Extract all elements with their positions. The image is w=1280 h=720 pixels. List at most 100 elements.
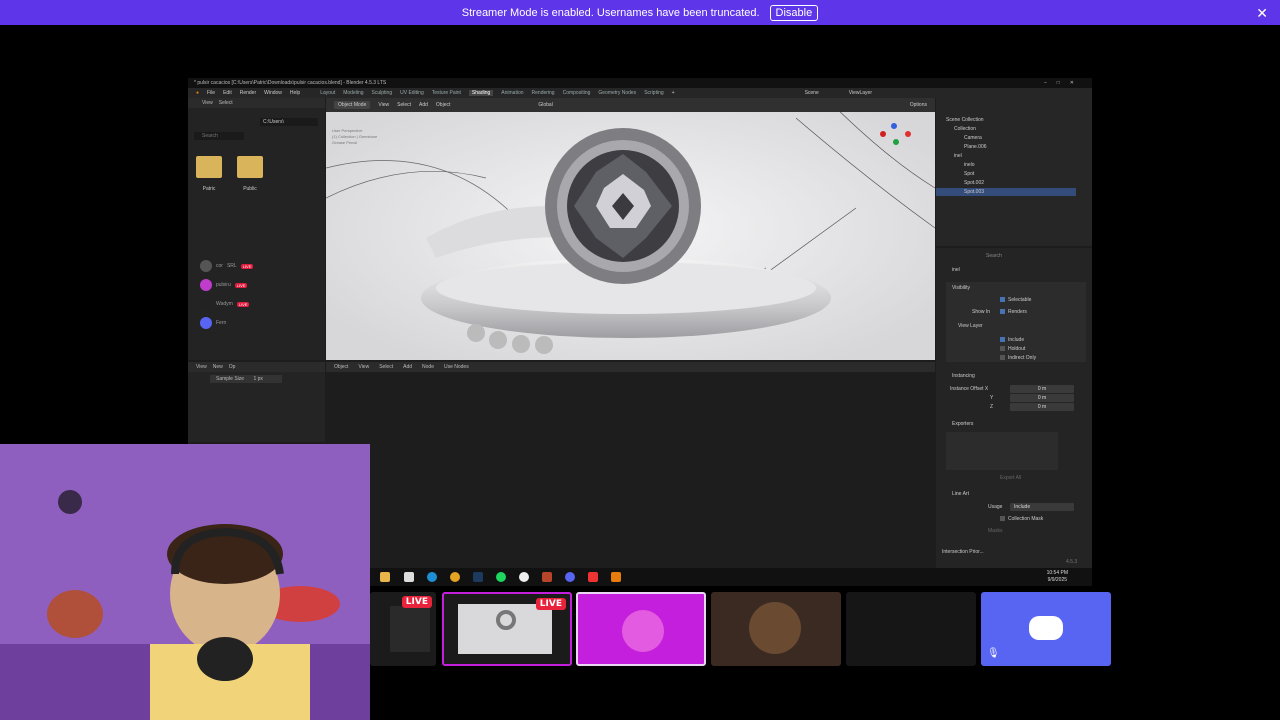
tab-shading[interactable]: Shading xyxy=(468,90,494,96)
ne-menu-view[interactable]: View xyxy=(358,364,369,370)
offset-y-field[interactable]: 0 m xyxy=(1010,394,1074,402)
chrome-icon[interactable] xyxy=(450,572,460,582)
viewport-menu-view[interactable]: View xyxy=(378,102,389,108)
outliner-row[interactable]: Camera xyxy=(964,134,1104,142)
folder-icon[interactable] xyxy=(237,156,263,178)
folder-label: Public xyxy=(243,186,257,192)
blender-taskbar-icon[interactable] xyxy=(611,572,621,582)
viewport-menu-object[interactable]: Object xyxy=(436,102,450,108)
tab-compositing[interactable]: Compositing xyxy=(563,90,591,96)
file-browser-panel: View Select C:\Users\ Search Patric Publ… xyxy=(188,98,325,360)
view-layer-header[interactable]: View Layer xyxy=(958,322,983,330)
export-all-button[interactable]: Export All xyxy=(1000,474,1021,482)
tab-animation[interactable]: Animation xyxy=(501,90,523,96)
line-art-header[interactable]: Line Art xyxy=(952,490,969,498)
system-clock[interactable]: 10:54 PM 9/9/2025 xyxy=(1047,570,1068,584)
outliner-row[interactable]: Collection xyxy=(954,125,1094,133)
tab-texture-paint[interactable]: Texture Paint xyxy=(432,90,461,96)
options-button[interactable]: Options xyxy=(910,102,927,108)
user-tile[interactable] xyxy=(846,592,976,666)
user-tile[interactable] xyxy=(711,592,841,666)
outliner-row[interactable]: inelo xyxy=(964,161,1104,169)
sample-size-field[interactable]: Sample Size 1 px xyxy=(210,375,282,383)
os-taskbar: 10:54 PM 9/9/2025 xyxy=(370,568,1092,586)
exporters-header[interactable]: Exporters xyxy=(952,420,973,428)
blender-logo-icon: ● xyxy=(196,90,200,96)
outliner-row[interactable]: Plane.006 xyxy=(964,143,1104,151)
discord-user-tile[interactable]: 🎙 xyxy=(981,592,1111,666)
collection-mask-checkbox[interactable]: Collection Mask xyxy=(1000,515,1043,523)
visibility-header[interactable]: Visibility xyxy=(952,284,970,292)
outliner-row[interactable]: Spot.003 xyxy=(936,188,1076,196)
fb-menu-view[interactable]: View xyxy=(202,100,213,106)
tab-layout[interactable]: Layout xyxy=(320,90,335,96)
folder-icon[interactable] xyxy=(196,156,222,178)
stream-tile[interactable]: LIVE xyxy=(442,592,572,666)
3d-viewport[interactable]: Object Mode View Select Add Object Globa… xyxy=(326,98,935,360)
shader-node-editor[interactable]: Object View Select Add Node Use Nodes xyxy=(326,362,935,584)
window-controls[interactable]: –□✕ xyxy=(1044,78,1084,88)
ring-render xyxy=(326,98,935,360)
tab-rendering[interactable]: Rendering xyxy=(532,90,555,96)
version-label: 4.5.3 xyxy=(1066,559,1078,565)
menu-render[interactable]: Render xyxy=(240,90,256,96)
ie-menu-view[interactable]: View xyxy=(196,364,207,370)
tab-scripting[interactable]: Scripting xyxy=(644,90,663,96)
transform-orientation[interactable]: Global xyxy=(538,102,552,108)
renders-checkbox[interactable]: Renders xyxy=(1000,308,1027,316)
path-field[interactable]: C:\Users\ xyxy=(260,118,318,126)
ie-new-button[interactable]: New xyxy=(213,364,223,370)
viewport-info-overlay: User Perspective (1) Collection | Gemsto… xyxy=(332,128,378,145)
tab-sculpting[interactable]: Sculpting xyxy=(372,90,393,96)
close-icon[interactable]: ✕ xyxy=(1256,5,1268,22)
media-player-icon[interactable] xyxy=(519,572,529,582)
offset-x-field[interactable]: 0 m xyxy=(1010,385,1074,393)
ie-open-button[interactable]: Op xyxy=(229,364,236,370)
offset-z-field[interactable]: 0 m xyxy=(1010,403,1074,411)
fb-menu-select[interactable]: Select xyxy=(219,100,233,106)
photoshop-icon[interactable] xyxy=(473,572,483,582)
outliner-row[interactable]: Spot xyxy=(964,170,1104,178)
ne-menu-select[interactable]: Select xyxy=(379,364,393,370)
mode-selector[interactable]: Object Mode xyxy=(334,101,371,109)
voice-user: Wadym LIVE xyxy=(200,298,250,310)
menu-file[interactable]: File xyxy=(207,90,215,96)
view-layer-selector[interactable]: ViewLayer xyxy=(849,90,872,96)
scene-selector[interactable]: Scene xyxy=(805,90,819,96)
outliner-row[interactable]: Scene Collection xyxy=(946,116,1086,124)
menu-edit[interactable]: Edit xyxy=(223,90,232,96)
ne-object-selector[interactable]: Object xyxy=(334,364,348,370)
menu-window[interactable]: Window xyxy=(264,90,282,96)
edge-icon[interactable] xyxy=(427,572,437,582)
discord-taskbar-icon[interactable] xyxy=(565,572,575,582)
add-workspace-icon[interactable]: + xyxy=(672,90,675,96)
outliner-row[interactable]: inel xyxy=(954,152,1094,160)
indirect-only-checkbox[interactable]: Indirect Only xyxy=(1000,354,1036,362)
ne-menu-node[interactable]: Node xyxy=(422,364,434,370)
spotify-icon[interactable] xyxy=(496,572,506,582)
ne-menu-add[interactable]: Add xyxy=(403,364,412,370)
speaking-user-tile[interactable] xyxy=(576,592,706,666)
holdout-checkbox[interactable]: Holdout xyxy=(1000,345,1025,353)
file-explorer-icon[interactable] xyxy=(380,572,390,582)
file-search-input[interactable]: Search xyxy=(194,132,244,140)
app-icon[interactable] xyxy=(542,572,552,582)
selectable-checkbox[interactable]: Selectable xyxy=(1000,296,1031,304)
tab-geometry-nodes[interactable]: Geometry Nodes xyxy=(598,90,636,96)
stream-tile[interactable]: LIVE xyxy=(370,592,436,666)
viewport-menu-add[interactable]: Add xyxy=(419,102,428,108)
include-checkbox[interactable]: Include xyxy=(1000,336,1024,344)
disable-button[interactable]: Disable xyxy=(769,4,819,21)
usage-dropdown[interactable]: Include xyxy=(1010,503,1074,511)
instancing-header[interactable]: Instancing xyxy=(952,372,975,380)
app-icon[interactable] xyxy=(588,572,598,582)
use-nodes-toggle[interactable]: Use Nodes xyxy=(444,364,469,370)
properties-search-input[interactable]: Search xyxy=(986,252,1002,260)
voice-user: Fern xyxy=(200,317,226,329)
viewport-menu-select[interactable]: Select xyxy=(397,102,411,108)
menu-help[interactable]: Help xyxy=(290,90,300,96)
tab-modeling[interactable]: Modeling xyxy=(343,90,363,96)
store-icon[interactable] xyxy=(404,572,414,582)
outliner-row[interactable]: Spot.002 xyxy=(964,179,1104,187)
tab-uv-editing[interactable]: UV Editing xyxy=(400,90,424,96)
